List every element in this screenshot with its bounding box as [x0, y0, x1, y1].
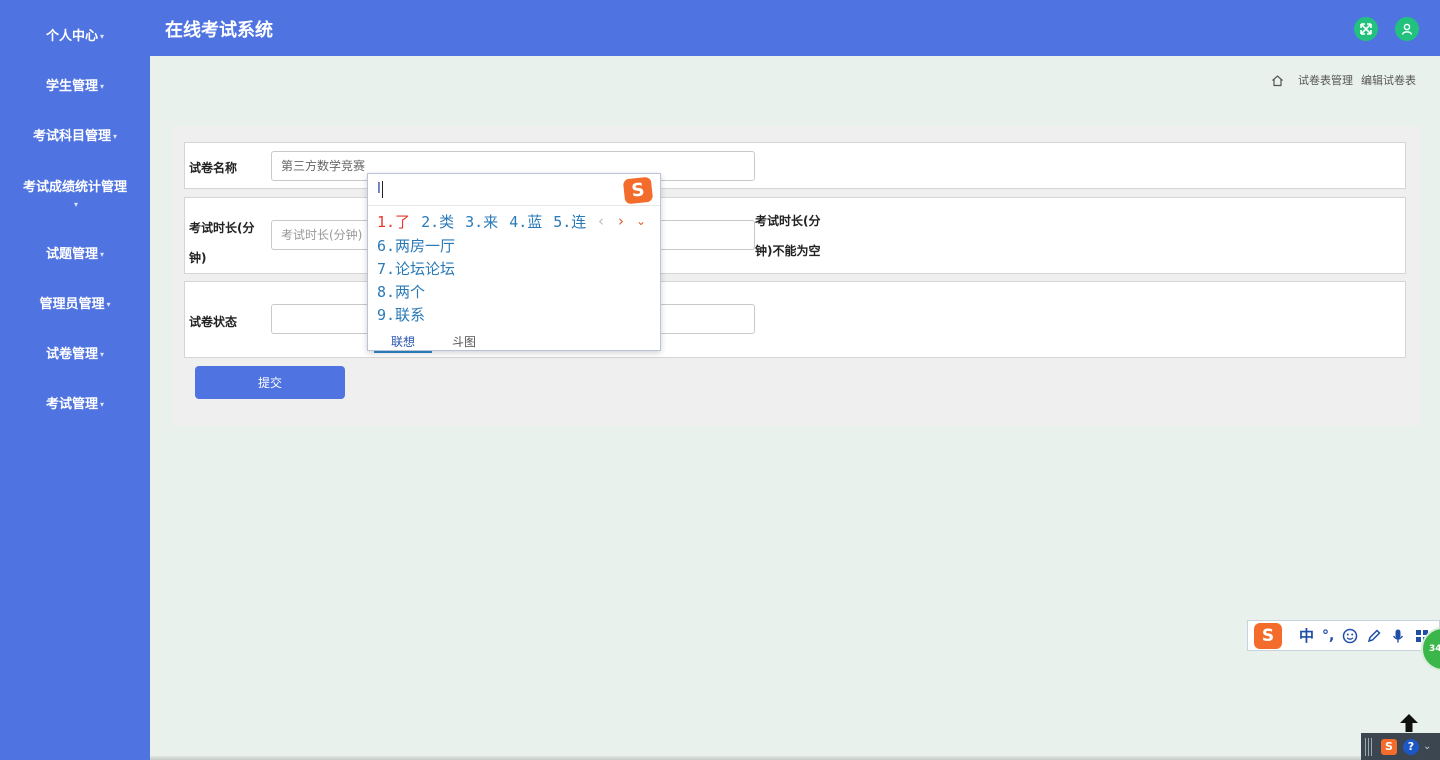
- sidebar-item-label: 考试科目管理: [32, 129, 111, 144]
- ime-candidate[interactable]: 2.类: [421, 213, 454, 231]
- pen-icon[interactable]: [1366, 628, 1382, 644]
- ime-composition: l: [377, 181, 383, 198]
- ime-candidate-popup: l S 1.了 2.类 3.来 4.蓝 5.连 ‹ › ⌄ 6.两房一厅 7.论坛论坛 …: [367, 173, 661, 353]
- ime-toolbar: S 中 °,: [1247, 620, 1440, 651]
- sidebar-item-score-stats[interactable]: 考试成绩统计管理 ▾: [0, 179, 150, 213]
- help-icon[interactable]: ?: [1403, 738, 1419, 755]
- sidebar-item-label: 管理员管理: [39, 297, 105, 312]
- ime-mode-toggle[interactable]: 中: [1299, 625, 1314, 646]
- chevron-down-icon: ▾: [113, 132, 118, 141]
- ime-expand-icon[interactable]: ⌄: [636, 214, 646, 228]
- chevron-down-icon: ▾: [100, 400, 105, 409]
- ime-candidate[interactable]: 3.来: [465, 213, 498, 231]
- sidebar-item-label: 个人中心: [45, 29, 98, 44]
- sidebar-item-label: 试卷管理: [45, 347, 98, 362]
- chevron-down-icon: ▾: [100, 32, 105, 41]
- ime-tab-association[interactable]: 联想: [374, 333, 433, 353]
- fullscreen-button[interactable]: [1354, 17, 1378, 41]
- duration-error-line2: 钟)不能为空: [755, 244, 821, 258]
- duration-label-line1: 考试时长(分: [189, 221, 255, 235]
- top-header: 在线考试系统: [150, 0, 1440, 56]
- ime-punctuation-toggle[interactable]: °,: [1322, 628, 1334, 644]
- tray-grip: [1365, 737, 1373, 756]
- chevron-down-icon: ▾: [100, 350, 105, 359]
- sidebar: 个人中心 ▾ 学生管理 ▾ 考试科目管理 ▾ 考试成绩统计管理▾ 试题管理 ▾ 管理员管…: [0, 0, 150, 760]
- ime-candidate[interactable]: 5.连: [553, 213, 586, 231]
- chevron-down-icon: ▾: [100, 250, 105, 259]
- breadcrumb: 试卷表管理 编辑试卷表: [1271, 72, 1416, 88]
- chevron-down-icon: ▾: [106, 300, 111, 309]
- ime-next-page-icon[interactable]: ›: [618, 212, 624, 230]
- sogou-tray-icon[interactable]: S: [1381, 738, 1397, 755]
- sidebar-item-label: 考试成绩统计管理: [22, 180, 127, 195]
- chevron-down-icon: ▾: [73, 200, 78, 209]
- tray-menu-icon[interactable]: ⌄: [1423, 741, 1431, 752]
- bottom-divider: [150, 756, 1361, 760]
- ime-prev-page-icon[interactable]: ‹: [598, 212, 604, 230]
- ime-candidate[interactable]: 1.了: [377, 213, 410, 231]
- ime-divider: [368, 205, 660, 206]
- breadcrumb-item-paper-mgmt[interactable]: 试卷表管理: [1298, 72, 1353, 88]
- ime-candidate[interactable]: 4.蓝: [509, 213, 542, 231]
- sidebar-item-label: 考试管理: [45, 397, 98, 412]
- sidebar-item-personal-center[interactable]: 个人中心 ▾: [0, 28, 150, 45]
- duration-error-message: 考试时长(分 钟)不能为空: [755, 206, 821, 266]
- duration-label: 考试时长(分 钟): [189, 213, 255, 273]
- sidebar-item-label: 学生管理: [45, 79, 98, 94]
- user-icon: [1401, 23, 1413, 35]
- sidebar-item-student-mgmt[interactable]: 学生管理 ▾: [0, 78, 150, 95]
- sogou-logo-icon: S: [622, 176, 654, 205]
- submit-button[interactable]: 提交: [195, 366, 345, 399]
- user-button[interactable]: [1395, 17, 1419, 41]
- ime-tab-meme[interactable]: 斗图: [452, 333, 476, 350]
- home-icon[interactable]: [1271, 74, 1284, 87]
- sidebar-item-admin-mgmt[interactable]: 管理员管理 ▾: [0, 296, 150, 313]
- chevron-down-icon: ▾: [100, 82, 105, 91]
- paper-name-label: 试卷名称: [189, 161, 238, 175]
- sidebar-item-exam-mgmt[interactable]: 考试管理 ▾: [0, 396, 150, 413]
- sidebar-item-paper-mgmt[interactable]: 试卷管理 ▾: [0, 346, 150, 363]
- microphone-icon[interactable]: [1390, 628, 1406, 644]
- ime-candidate[interactable]: 8.两个: [377, 281, 425, 302]
- app-title: 在线考试系统: [165, 20, 273, 41]
- arrow-up-icon[interactable]: [1398, 712, 1420, 734]
- paper-status-label: 试卷状态: [189, 315, 238, 329]
- sogou-logo-icon[interactable]: S: [1254, 622, 1282, 649]
- emoji-icon[interactable]: [1342, 628, 1358, 644]
- duration-error-line1: 考试时长(分: [755, 214, 821, 228]
- sidebar-item-subject-mgmt[interactable]: 考试科目管理 ▾: [0, 128, 150, 145]
- ime-candidate[interactable]: 9.联系: [377, 304, 425, 325]
- edit-paper-form: 试卷名称 第三方数学竞赛 考试时长(分 钟) 考试时长(分钟) 考试时长(分 钟…: [171, 126, 1419, 426]
- sidebar-item-label: 试题管理: [45, 247, 98, 262]
- duration-label-line2: 钟): [189, 251, 207, 265]
- expand-icon: [1360, 23, 1372, 35]
- ime-candidate[interactable]: 7.论坛论坛: [377, 258, 455, 279]
- system-tray: S ? ⌄: [1361, 733, 1440, 760]
- sidebar-item-question-mgmt[interactable]: 试题管理 ▾: [0, 246, 150, 263]
- ime-candidate[interactable]: 6.两房一厅: [377, 235, 455, 256]
- breadcrumb-item-edit-paper: 编辑试卷表: [1361, 74, 1416, 87]
- ime-candidate-row: 1.了 2.类 3.来 4.蓝 5.连: [377, 211, 597, 232]
